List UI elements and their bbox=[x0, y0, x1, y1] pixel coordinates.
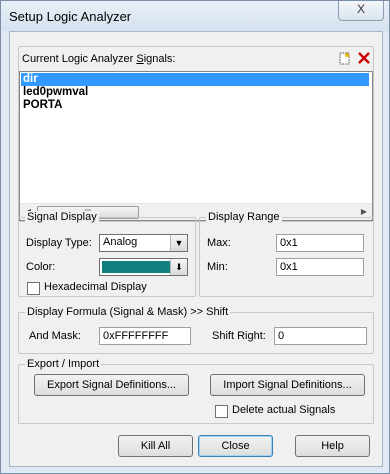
display-range-legend: Display Range bbox=[206, 211, 282, 223]
close-button[interactable]: Close bbox=[198, 435, 273, 457]
title-bar[interactable]: Setup Logic Analyzer X bbox=[1, 1, 389, 31]
display-range-group: Display Range Max: 0x1 Min: 0x1 bbox=[199, 211, 374, 297]
signals-label-pre: Current Logic Analyzer bbox=[22, 53, 137, 65]
signals-group: Current Logic Analyzer Signals: dir led0… bbox=[18, 46, 374, 222]
max-label: Max: bbox=[207, 237, 231, 249]
signal-display-group: Signal Display Display Type: Analog ▼ Co… bbox=[18, 211, 196, 297]
and-mask-label: And Mask: bbox=[29, 330, 81, 342]
delete-actual-signals-checkbox[interactable] bbox=[215, 405, 228, 418]
hexadecimal-display-checkbox[interactable] bbox=[27, 282, 40, 295]
signals-label: Current Logic Analyzer Signals: bbox=[22, 53, 175, 65]
delete-signal-icon[interactable] bbox=[356, 51, 372, 67]
delete-actual-signals-label: Delete actual Signals bbox=[232, 404, 336, 416]
window-close-button[interactable]: X bbox=[338, 1, 384, 21]
close-icon: X bbox=[356, 2, 365, 16]
display-formula-legend: Display Formula (Signal & Mask) >> Shift bbox=[25, 306, 231, 318]
signals-label-post: ignals: bbox=[143, 53, 176, 65]
display-type-select[interactable]: Analog ▼ bbox=[99, 234, 188, 252]
min-label: Min: bbox=[207, 261, 228, 273]
signal-item[interactable]: dir bbox=[21, 73, 369, 86]
min-input[interactable]: 0x1 bbox=[276, 258, 364, 276]
window-title: Setup Logic Analyzer bbox=[9, 9, 132, 24]
signal-list[interactable]: dir led0pwmval PORTA ◀ ||| ▶ bbox=[19, 71, 373, 221]
color-swatch bbox=[102, 261, 174, 273]
shift-right-input[interactable]: 0 bbox=[274, 327, 367, 345]
shift-right-label: Shift Right: bbox=[212, 330, 266, 342]
setup-logic-analyzer-dialog: Setup Logic Analyzer X Current Logic Ana… bbox=[0, 0, 390, 474]
chevron-down-icon[interactable]: ▼ bbox=[170, 235, 187, 251]
dialog-client: Current Logic Analyzer Signals: dir led0… bbox=[9, 31, 383, 467]
import-signal-definitions-button[interactable]: Import Signal Definitions... bbox=[210, 374, 365, 396]
export-signal-definitions-button[interactable]: Export Signal Definitions... bbox=[34, 374, 189, 396]
and-mask-input[interactable]: 0xFFFFFFFF bbox=[99, 327, 191, 345]
signals-label-key: S bbox=[136, 53, 144, 65]
display-type-value: Analog bbox=[103, 236, 138, 248]
display-formula-group: Display Formula (Signal & Mask) >> Shift… bbox=[18, 306, 374, 354]
export-import-group: Export / Import Export Signal Definition… bbox=[18, 358, 374, 424]
hexadecimal-display-label: Hexadecimal Display bbox=[44, 281, 147, 293]
signal-item[interactable]: led0pwmval bbox=[21, 86, 88, 99]
color-label: Color: bbox=[26, 261, 56, 273]
color-dropdown-icon[interactable]: ⬇ bbox=[170, 259, 187, 275]
kill-all-button[interactable]: Kill All bbox=[118, 435, 193, 457]
max-input[interactable]: 0x1 bbox=[276, 234, 364, 252]
display-type-label: Display Type: bbox=[26, 237, 92, 249]
signal-display-legend: Signal Display bbox=[25, 211, 99, 223]
color-picker[interactable]: ⬇ bbox=[99, 258, 188, 276]
signal-item[interactable]: PORTA bbox=[21, 99, 62, 112]
export-import-legend: Export / Import bbox=[25, 358, 102, 370]
help-button[interactable]: Help bbox=[295, 435, 370, 457]
new-signal-icon[interactable] bbox=[337, 51, 353, 67]
